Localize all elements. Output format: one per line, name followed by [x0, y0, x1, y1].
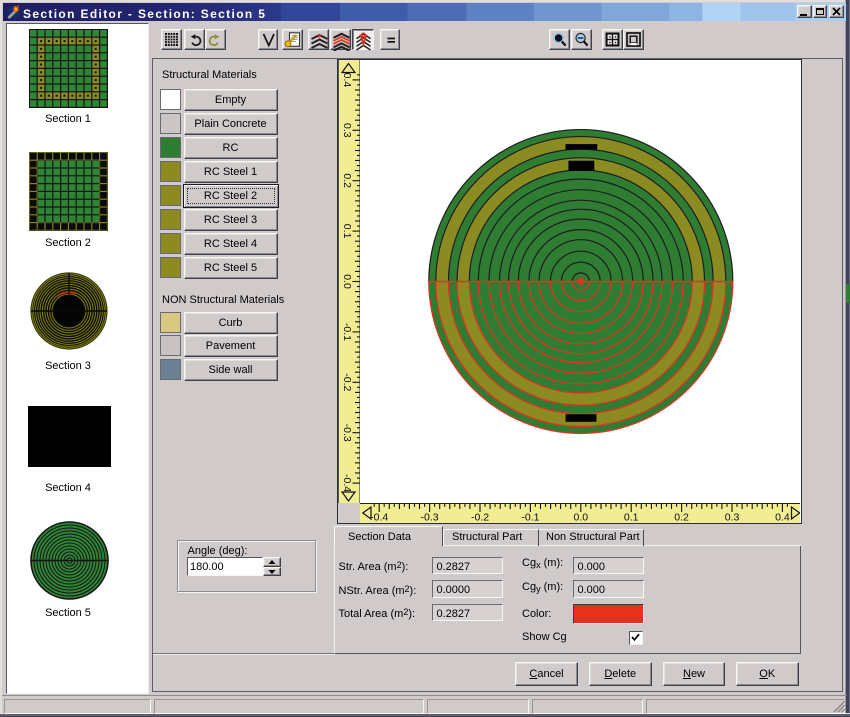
svg-text:0.4: 0.4 [341, 72, 353, 87]
svg-text:0.4: 0.4 [775, 511, 790, 523]
svg-text:0.2: 0.2 [341, 173, 353, 188]
svg-text:-0.1: -0.1 [341, 322, 353, 340]
svg-text:-0.3: -0.3 [421, 511, 439, 523]
svg-text:0.0: 0.0 [341, 274, 353, 289]
svg-text:0.0: 0.0 [573, 511, 588, 523]
svg-text:-0.1: -0.1 [521, 511, 539, 523]
svg-text:0.1: 0.1 [341, 223, 353, 238]
svg-text:0.3: 0.3 [725, 511, 740, 523]
svg-text:-0.2: -0.2 [471, 511, 489, 523]
svg-text:-0.4: -0.4 [341, 474, 353, 492]
svg-text:-0.3: -0.3 [341, 423, 353, 441]
svg-text:0.3: 0.3 [341, 122, 353, 137]
svg-text:-0.2: -0.2 [341, 373, 353, 391]
svg-text:0.1: 0.1 [624, 511, 639, 523]
svg-text:-0.4: -0.4 [370, 511, 388, 523]
svg-text:0.2: 0.2 [674, 511, 689, 523]
